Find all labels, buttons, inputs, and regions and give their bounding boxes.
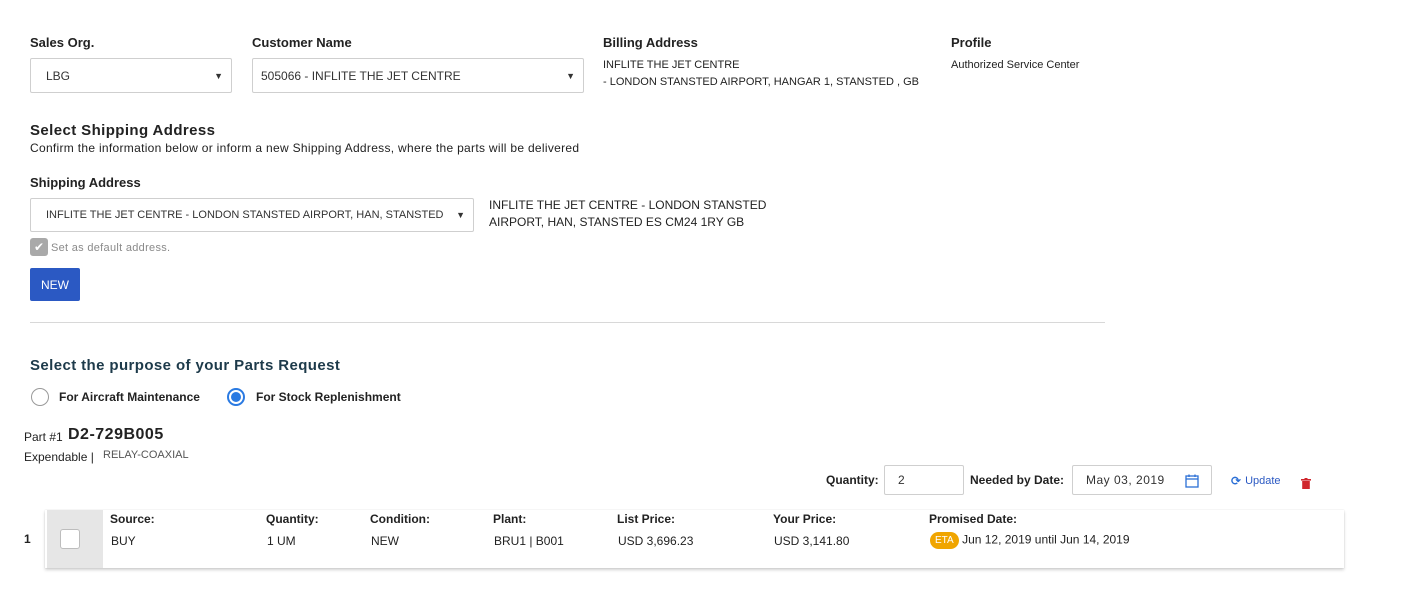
part-prefix: Part #1	[24, 430, 63, 444]
profile-label: Profile	[951, 35, 992, 50]
part-type: Expendable |	[24, 450, 94, 464]
radio-aircraft-maintenance-label[interactable]: For Aircraft Maintenance	[59, 390, 200, 404]
card-select-area	[47, 510, 103, 568]
part-source-card: Source: BUY Quantity: 1 UM Condition: NE…	[45, 510, 1344, 568]
check-icon: ✔	[33, 240, 45, 254]
billing-address-line1: INFLITE THE JET CENTRE	[603, 59, 740, 71]
billing-address-label: Billing Address	[603, 35, 698, 50]
trash-icon[interactable]	[1301, 476, 1311, 494]
update-button[interactable]: ⟳ Update	[1231, 474, 1281, 488]
row-select-checkbox[interactable]	[60, 529, 80, 549]
plant-label: Plant:	[493, 512, 527, 526]
shipping-address-line1: INFLITE THE JET CENTRE - LONDON STANSTED	[489, 198, 767, 212]
sales-org-select[interactable]: LBG ▼	[30, 58, 232, 93]
source-label: Source:	[110, 512, 155, 526]
quantity-input[interactable]: 2	[884, 465, 964, 495]
needed-by-date-input[interactable]: May 03, 2019	[1072, 465, 1212, 495]
shipping-address-line2: AIRPORT, HAN, STANSTED ES CM24 1RY GB	[489, 215, 745, 229]
shipping-section-subtitle: Confirm the information below or inform …	[30, 141, 580, 155]
radio-aircraft-maintenance[interactable]	[31, 388, 49, 406]
section-divider	[30, 322, 1105, 323]
refresh-icon: ⟳	[1231, 474, 1242, 488]
default-address-label: Set as default address.	[51, 242, 171, 254]
promised-date-label: Promised Date:	[929, 512, 1018, 526]
customer-name-label: Customer Name	[252, 35, 352, 50]
plant-value: BRU1 | B001	[494, 534, 564, 548]
radio-stock-replenishment[interactable]	[227, 388, 245, 406]
part-description: RELAY-COAXIAL	[103, 449, 189, 461]
chevron-down-icon: ▼	[566, 70, 575, 81]
promised-date-value: Jun 12, 2019 until Jun 14, 2019	[962, 532, 1130, 547]
update-label: Update	[1245, 475, 1281, 487]
billing-address-line2: - LONDON STANSTED AIRPORT, HANGAR 1, STA…	[603, 76, 919, 88]
promised-date-line: ETA Jun 12, 2019 until Jun 14, 2019	[930, 532, 1130, 549]
purpose-section-title: Select the purpose of your Parts Request	[30, 357, 341, 374]
quantity-label: Quantity:	[826, 473, 879, 487]
shipping-address-value: INFLITE THE JET CENTRE - LONDON STANSTED…	[46, 209, 444, 221]
radio-selected-dot	[231, 392, 241, 402]
sales-org-label: Sales Org.	[30, 35, 95, 50]
new-address-button[interactable]: NEW	[30, 268, 80, 301]
customer-name-select[interactable]: 505066 - INFLITE THE JET CENTRE ▼	[252, 58, 584, 93]
needed-by-date-label: Needed by Date:	[970, 473, 1065, 487]
row-quantity-label: Quantity:	[266, 512, 319, 526]
list-price-label: List Price:	[617, 512, 676, 526]
chevron-down-icon: ▼	[456, 210, 465, 220]
calendar-icon[interactable]	[1185, 474, 1199, 491]
needed-by-date-value: May 03, 2019	[1086, 473, 1165, 487]
shipping-address-label: Shipping Address	[30, 175, 141, 190]
customer-name-value: 505066 - INFLITE THE JET CENTRE	[261, 68, 461, 83]
your-price-label: Your Price:	[773, 512, 837, 526]
chevron-down-icon: ▼	[214, 70, 223, 81]
row-index: 1	[24, 532, 31, 546]
source-value: BUY	[111, 534, 136, 548]
shipping-address-select[interactable]: INFLITE THE JET CENTRE - LONDON STANSTED…	[30, 198, 474, 232]
eta-badge: ETA	[930, 532, 959, 549]
row-quantity-value: 1 UM	[267, 534, 296, 548]
condition-value: NEW	[371, 534, 399, 548]
default-address-checkbox[interactable]: ✔	[30, 238, 48, 256]
list-price-value: USD 3,696.23	[618, 534, 694, 548]
your-price-value: USD 3,141.80	[774, 534, 850, 548]
sales-org-value: LBG	[46, 68, 71, 83]
shipping-section-title: Select Shipping Address	[30, 122, 216, 139]
part-number: D2-729B005	[68, 426, 164, 443]
condition-label: Condition:	[370, 512, 430, 526]
radio-stock-replenishment-label[interactable]: For Stock Replenishment	[256, 390, 401, 404]
profile-value: Authorized Service Center	[951, 59, 1080, 71]
